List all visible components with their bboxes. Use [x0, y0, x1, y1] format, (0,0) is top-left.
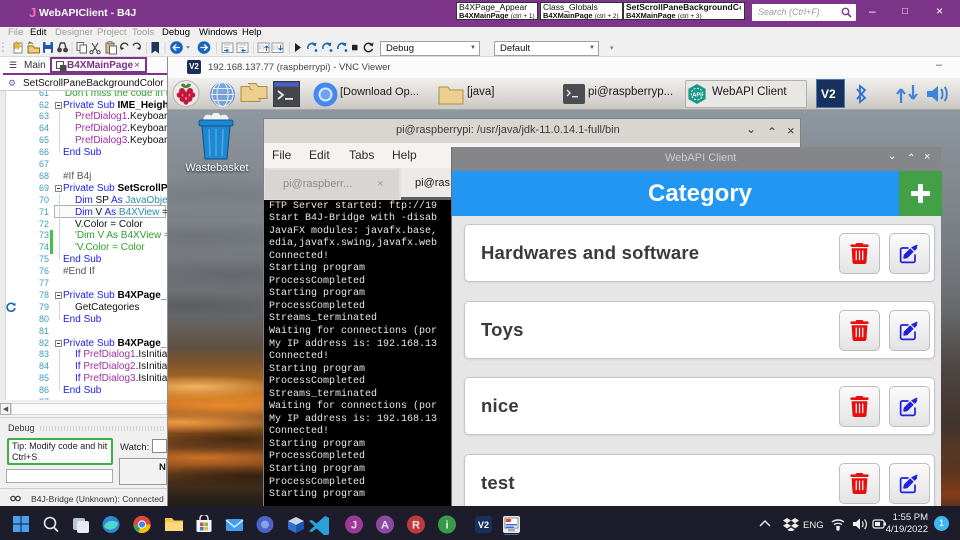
- svg-text:API: API: [692, 92, 702, 98]
- svg-text:V2: V2: [478, 520, 489, 530]
- svg-text:A: A: [381, 520, 389, 532]
- svg-text:R: R: [412, 520, 420, 532]
- svg-text:i: i: [445, 520, 448, 532]
- svg-text:J: J: [351, 520, 357, 532]
